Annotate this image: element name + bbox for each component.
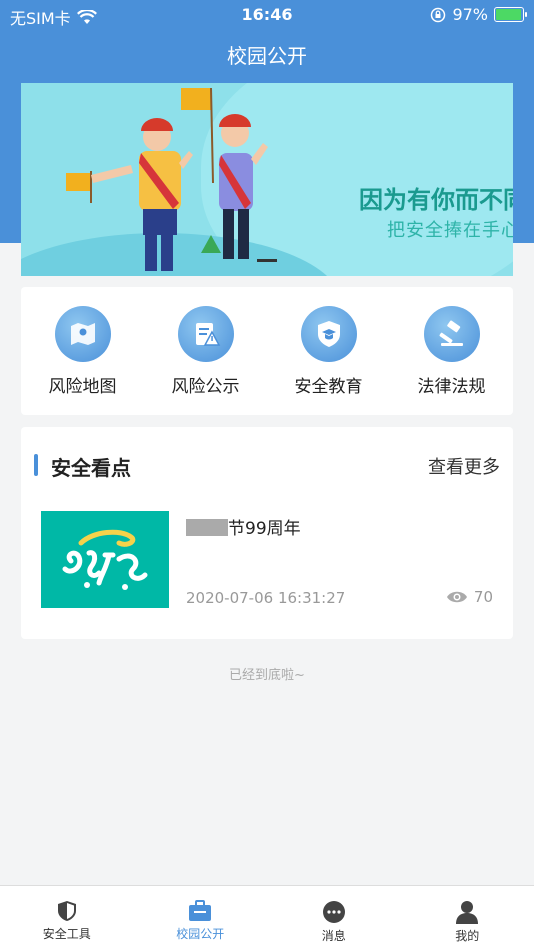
gavel-icon xyxy=(423,306,480,362)
battery-percent: 97% xyxy=(452,5,488,24)
tab-label: 我的 xyxy=(455,929,480,943)
news-views: 70 xyxy=(446,588,493,606)
shield-graduation-icon xyxy=(300,306,357,362)
view-more-link[interactable]: 查看更多 xyxy=(428,453,500,479)
bottom-tab-bar: 安全工具 校园公开 消息 我的 xyxy=(0,885,534,950)
battery-icon xyxy=(494,7,527,22)
news-title-text: 节99周年 xyxy=(228,519,301,539)
tab-label: 消息 xyxy=(321,929,346,943)
quick-link-label: 风险地图 xyxy=(48,377,117,397)
quick-link-laws[interactable]: 法律法规 xyxy=(390,287,513,415)
redacted-text xyxy=(186,519,228,536)
banner-subline: 把安全捧在手心 xyxy=(387,220,513,241)
news-title: 节99周年 xyxy=(186,514,301,539)
status-right: 97% xyxy=(430,5,527,24)
news-date: 2020-07-06 16:31:27 xyxy=(186,589,346,607)
quick-link-label: 安全教育 xyxy=(294,377,363,397)
quick-link-risk-map[interactable]: 风险地图 xyxy=(21,287,144,415)
carousel-indicator[interactable] xyxy=(257,259,277,262)
news-section-card: 安全看点 查看更多 节99周年 2020-07-06 16:31:27 70 xyxy=(21,427,513,639)
banner-carousel[interactable]: 因为有你而不同 把安全捧在手心 xyxy=(21,83,513,276)
quick-link-label: 法律法规 xyxy=(417,377,486,397)
briefcase-icon xyxy=(189,900,212,921)
news-list-item[interactable]: 节99周年 2020-07-06 16:31:27 70 xyxy=(41,511,493,609)
section-title: 安全看点 xyxy=(51,456,131,480)
tab-safety-tools[interactable]: 安全工具 xyxy=(0,886,134,950)
end-of-list-text: 已经到底啦~ xyxy=(229,668,305,683)
eye-icon xyxy=(446,591,467,603)
view-count: 70 xyxy=(473,588,493,606)
page-title: 校园公开 xyxy=(227,44,307,68)
rotation-lock-icon xyxy=(431,7,446,22)
quick-links-card: 风险地图 风险公示 安全教育 法律法规 xyxy=(21,287,513,415)
tab-label: 校园公开 xyxy=(176,927,225,941)
tab-campus-public[interactable]: 校园公开 xyxy=(134,886,268,950)
tab-messages[interactable]: 消息 xyxy=(267,886,401,950)
news-thumbnail xyxy=(41,511,169,608)
student-with-banner-illustration xyxy=(181,87,268,259)
chat-bubble-icon xyxy=(322,901,345,923)
user-icon xyxy=(456,901,479,924)
notice-warning-icon xyxy=(177,306,234,362)
squiggle-logo-icon xyxy=(62,529,148,590)
quick-link-label: 风险公示 xyxy=(171,377,240,397)
shield-icon xyxy=(57,901,76,921)
status-bar: 无SIM卡 16:46 97% xyxy=(0,0,534,30)
quick-link-risk-notice[interactable]: 风险公示 xyxy=(144,287,267,415)
quick-link-safety-education[interactable]: 安全教育 xyxy=(267,287,390,415)
battery-level xyxy=(496,9,522,20)
tab-profile[interactable]: 我的 xyxy=(401,886,534,950)
banner-headline: 因为有你而不同 xyxy=(359,186,513,214)
section-accent-bar xyxy=(34,454,38,476)
map-icon xyxy=(54,306,111,362)
tab-label: 安全工具 xyxy=(42,927,91,941)
